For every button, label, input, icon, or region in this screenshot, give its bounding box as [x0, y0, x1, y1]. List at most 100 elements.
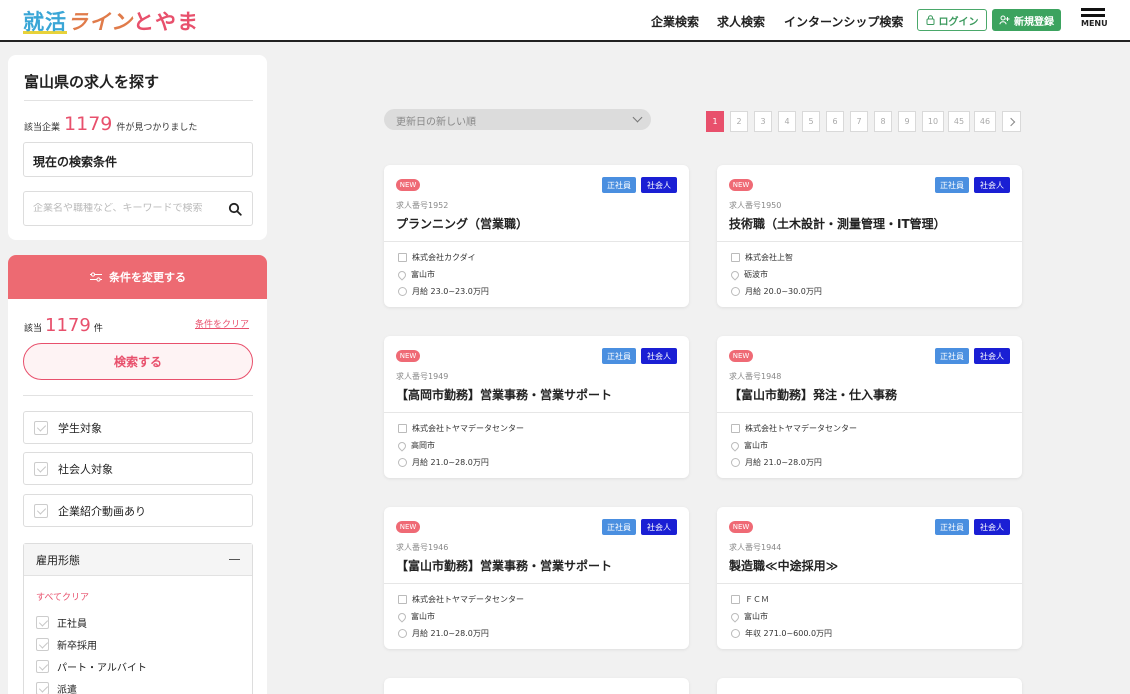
checkbox-working-adult[interactable]: 社会人対象 — [23, 452, 253, 485]
page-3[interactable]: 3 — [754, 111, 772, 132]
yen-icon — [398, 287, 407, 296]
job-number: 求人番号1952 — [396, 201, 449, 210]
new-badge: NEW — [729, 179, 753, 191]
job-title[interactable]: 技術職（土木設計・測量管理・IT管理） — [729, 215, 946, 232]
option-new-graduate[interactable]: 新卒採用 — [36, 637, 97, 652]
salary-line: 月給 20.0~30.0万円 — [731, 286, 822, 297]
job-card[interactable]: NEW 正社員 社会人 求人番号1949 【高岡市勤務】営業事務・営業サポート … — [384, 336, 689, 478]
option-label: 新卒採用 — [57, 641, 97, 652]
search-button[interactable]: 検索する — [23, 343, 253, 380]
current-conditions[interactable]: 現在の検索条件 — [23, 142, 253, 177]
change-conditions-button[interactable]: 条件を変更する — [8, 255, 267, 299]
yen-icon — [731, 629, 740, 638]
job-title[interactable]: 【富山市勤務】営業事務・営業サポート — [396, 557, 612, 574]
tag-full-time: 正社員 — [935, 519, 969, 535]
job-title[interactable]: 製造職≪中途採用≫ — [729, 557, 838, 574]
location: 砺波市 — [744, 270, 768, 279]
page-5[interactable]: 5 — [802, 111, 820, 132]
location: 富山市 — [744, 612, 768, 621]
company-name: 株式会社トヤマデータセンター — [745, 424, 857, 433]
job-number: 求人番号1949 — [396, 372, 449, 381]
building-icon — [731, 424, 740, 433]
checkbox-icon — [34, 461, 48, 476]
page-8[interactable]: 8 — [874, 111, 892, 132]
salary: 月給 20.0~30.0万円 — [745, 287, 822, 296]
company-line: 株式会社カクダイ — [398, 252, 476, 263]
divider — [384, 241, 689, 242]
job-card[interactable]: NEW 正社員 社会人 求人番号1946 【富山市勤務】営業事務・営業サポート … — [384, 507, 689, 649]
location-line: 高岡市 — [396, 439, 435, 452]
page-4[interactable]: 4 — [778, 111, 796, 132]
sort-label: 更新日の新しい順 — [396, 117, 476, 128]
page-10[interactable]: 10 — [922, 111, 944, 132]
checkbox-company-video[interactable]: 企業紹介動画あり — [23, 494, 253, 527]
option-label: 正社員 — [57, 619, 87, 630]
page-9[interactable]: 9 — [898, 111, 916, 132]
employment-type-title: 雇用形態 — [36, 553, 80, 567]
tag-working-adult: 社会人 — [974, 177, 1010, 193]
company-name: ＦＣＭ — [745, 595, 769, 604]
new-badge: NEW — [396, 350, 420, 362]
checkbox-student[interactable]: 学生対象 — [23, 411, 253, 444]
logo-part-3: とやま — [133, 10, 199, 34]
page-2[interactable]: 2 — [730, 111, 748, 132]
page-7[interactable]: 7 — [850, 111, 868, 132]
menu-button[interactable]: MENU — [1081, 8, 1108, 34]
option-dispatch[interactable]: 派遣 — [36, 681, 77, 694]
nav-job-search[interactable]: 求人検索 — [717, 13, 765, 30]
job-card[interactable]: NEW 正社員 社会人 求人番号1952 プランニング（営業職） 株式会社カクダ… — [384, 165, 689, 307]
tag-full-time: 正社員 — [935, 348, 969, 364]
salary: 月給 21.0~28.0万円 — [412, 458, 489, 467]
tag-working-adult: 社会人 — [641, 519, 677, 535]
job-title[interactable]: プランニング（営業職） — [396, 215, 528, 232]
sort-select[interactable]: 更新日の新しい順 — [384, 109, 651, 130]
next-page-button[interactable] — [1002, 111, 1021, 132]
company-name: 株式会社トヤマデータセンター — [412, 424, 524, 433]
company-name: 株式会社上智 — [745, 253, 793, 262]
page-46[interactable]: 46 — [974, 111, 996, 132]
divider — [717, 241, 1022, 242]
new-badge: NEW — [729, 350, 753, 362]
sliders-icon — [90, 272, 102, 282]
divider — [24, 100, 253, 101]
tag-working-adult: 社会人 — [641, 348, 677, 364]
search-icon[interactable] — [228, 202, 242, 216]
option-part-time[interactable]: パート・アルバイト — [36, 659, 147, 674]
company-name: 株式会社カクダイ — [412, 253, 476, 262]
option-full-time[interactable]: 正社員 — [36, 615, 87, 630]
employment-type-header[interactable]: 雇用形態 — [24, 544, 252, 576]
nav-company-search[interactable]: 企業検索 — [651, 13, 699, 30]
new-badge: NEW — [396, 179, 420, 191]
login-button[interactable]: ログイン — [917, 9, 987, 31]
location: 富山市 — [744, 441, 768, 450]
employment-type-accordion: 雇用形態 すべてクリア 正社員 新卒採用 パート・アルバイト 派遣 — [23, 543, 253, 694]
register-button[interactable]: 新規登録 — [992, 9, 1061, 31]
keyword-search-input[interactable] — [33, 203, 223, 214]
checkbox-label: 社会人対象 — [58, 462, 113, 476]
page-1[interactable]: 1 — [706, 111, 724, 132]
tag-full-time: 正社員 — [602, 519, 636, 535]
search-summary-card: 富山県の求人を探す 該当企業 1179 件が見つかりました 現在の検索条件 — [8, 55, 267, 240]
lock-icon — [926, 15, 934, 25]
page-6[interactable]: 6 — [826, 111, 844, 132]
job-title[interactable]: 【富山市勤務】発注・仕入事務 — [729, 386, 897, 403]
job-card[interactable]: NEW 正社員 社会人 求人番号1944 製造職≪中途採用≫ ＦＣＭ 富山市 年… — [717, 507, 1022, 649]
checkbox-icon — [36, 660, 49, 673]
building-icon — [398, 424, 407, 433]
clear-all-link[interactable]: すべてクリア — [36, 590, 89, 603]
location-pin-icon — [729, 610, 741, 623]
nav-internship-search[interactable]: インターンシップ検索 — [784, 13, 903, 30]
job-card-partial[interactable] — [384, 678, 689, 694]
clear-conditions-link[interactable]: 条件をクリア — [195, 317, 249, 330]
checkbox-label: 学生対象 — [58, 421, 102, 435]
checkbox-icon — [34, 503, 48, 518]
job-card[interactable]: NEW 正社員 社会人 求人番号1950 技術職（土木設計・測量管理・IT管理）… — [717, 165, 1022, 307]
job-card[interactable]: NEW 正社員 社会人 求人番号1948 【富山市勤務】発注・仕入事務 株式会社… — [717, 336, 1022, 478]
job-title[interactable]: 【高岡市勤務】営業事務・営業サポート — [396, 386, 612, 403]
location-line: 富山市 — [396, 268, 435, 281]
page-45[interactable]: 45 — [948, 111, 970, 132]
result-count-suffix: 件が見つかりました — [116, 123, 198, 133]
site-logo[interactable]: 就活 ライン とやま — [23, 8, 199, 34]
job-card-partial[interactable] — [717, 678, 1022, 694]
divider — [23, 395, 253, 396]
